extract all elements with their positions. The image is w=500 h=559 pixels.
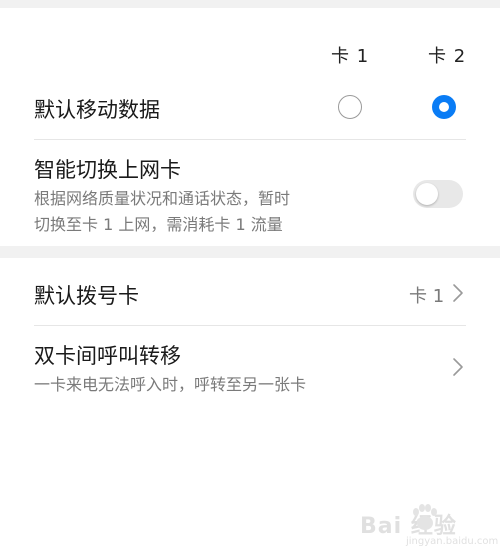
default-dial-value: 卡 1 bbox=[409, 286, 445, 307]
card1-data-radio[interactable] bbox=[338, 95, 362, 119]
smart-switch-description-line1: 根据网络质量状况和通话状态，暂时 bbox=[34, 189, 291, 208]
top-spacer bbox=[0, 0, 500, 8]
data-settings-section: 卡 1 卡 2 默认移动数据 智能切换上网卡 根据网络质量状况和通话状态，暂时 … bbox=[0, 8, 500, 246]
call-forward-label: 双卡间呼叫转移 bbox=[34, 344, 181, 368]
smart-switch-label: 智能切换上网卡 bbox=[34, 158, 181, 182]
default-mobile-data-label: 默认移动数据 bbox=[34, 98, 160, 122]
column-header-card1: 卡 1 bbox=[331, 46, 370, 67]
paw-icon bbox=[413, 504, 437, 530]
column-header-card2: 卡 2 bbox=[428, 46, 467, 67]
divider bbox=[34, 139, 466, 140]
call-forward-description: 一卡来电无法呼入时，呼转至另一张卡 bbox=[34, 375, 307, 394]
chevron-right-icon bbox=[453, 284, 463, 302]
smart-switch-toggle[interactable] bbox=[413, 180, 463, 208]
divider bbox=[34, 325, 466, 326]
watermark-url: jingyan.baidu.com bbox=[406, 536, 499, 547]
toggle-knob bbox=[416, 183, 438, 205]
section-spacer bbox=[0, 246, 500, 258]
smart-switch-description: 根据网络质量状况和通话状态，暂时 切换至卡 1 上网，需消耗卡 1 流量 bbox=[34, 186, 364, 238]
smart-switch-description-line2: 切换至卡 1 上网，需消耗卡 1 流量 bbox=[34, 215, 283, 234]
card2-data-radio[interactable] bbox=[432, 95, 456, 119]
baidu-jingyan-watermark: Bai 经验 jingyan.baidu.com bbox=[358, 500, 498, 556]
chevron-right-icon bbox=[453, 358, 463, 376]
default-dial-label: 默认拨号卡 bbox=[34, 284, 139, 308]
